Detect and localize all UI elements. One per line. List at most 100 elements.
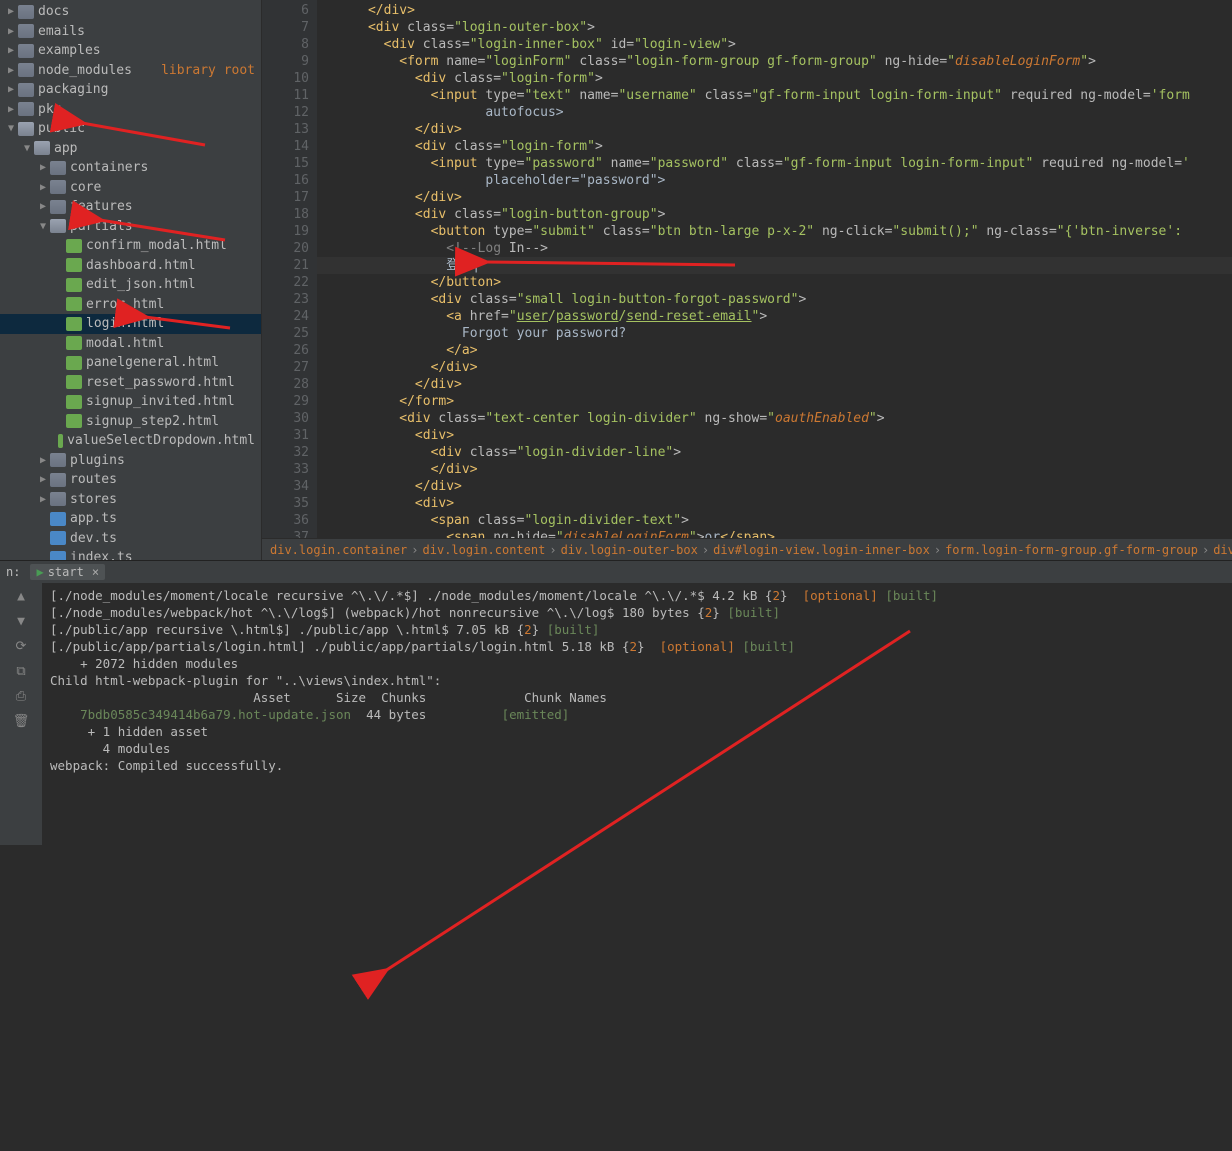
tree-arrow-icon[interactable]: ▶ xyxy=(4,6,18,17)
tree-item-features[interactable]: ▶features xyxy=(0,197,261,217)
code-line[interactable]: <div class="login-outer-box"> xyxy=(317,19,1232,36)
tree-arrow-icon[interactable]: ▶ xyxy=(36,455,50,466)
code-line[interactable]: </a> xyxy=(317,342,1232,359)
tree-item-dashboard-html[interactable]: dashboard.html xyxy=(0,256,261,276)
code-line[interactable]: <a href="user/password/send-reset-email"… xyxy=(317,308,1232,325)
tree-item-partials[interactable]: ▼partials xyxy=(0,217,261,237)
tree-item-pkg[interactable]: ▶pkg xyxy=(0,100,261,120)
code-line[interactable]: Forgot your password? xyxy=(317,325,1232,342)
code-editor[interactable]: 6789101112131415161718192021222324252627… xyxy=(262,0,1232,560)
tree-item-modal-html[interactable]: modal.html xyxy=(0,334,261,354)
tree-item-containers[interactable]: ▶containers xyxy=(0,158,261,178)
run-tab-start[interactable]: ▶ start × xyxy=(30,564,105,580)
tree-arrow-icon[interactable] xyxy=(52,299,66,310)
breadcrumb-bar[interactable]: div.login.container›div.login.content›di… xyxy=(262,538,1232,560)
tree-item-error-html[interactable]: error.html xyxy=(0,295,261,315)
code-line[interactable]: </button> xyxy=(317,274,1232,291)
tree-arrow-icon[interactable]: ▼ xyxy=(4,123,18,134)
run-tool-icon[interactable]: ⟳ xyxy=(16,639,27,654)
tree-item-public[interactable]: ▼public xyxy=(0,119,261,139)
code-line[interactable]: placeholder="password"> xyxy=(317,172,1232,189)
run-tool-icon[interactable]: ▲ xyxy=(17,589,25,604)
tree-arrow-icon[interactable] xyxy=(52,338,66,349)
code-line[interactable]: <div class="login-form"> xyxy=(317,70,1232,87)
code-line[interactable]: <!--Log In--> xyxy=(317,240,1232,257)
tree-arrow-icon[interactable] xyxy=(52,279,66,290)
tree-item-signup_invited-html[interactable]: signup_invited.html xyxy=(0,392,261,412)
tree-item-panelgeneral-html[interactable]: panelgeneral.html xyxy=(0,353,261,373)
code-line[interactable]: <input type="password" name="password" c… xyxy=(317,155,1232,172)
code-line[interactable]: 登录| xyxy=(317,257,1232,274)
tree-item-plugins[interactable]: ▶plugins xyxy=(0,451,261,471)
code-line[interactable]: </div> xyxy=(317,189,1232,206)
breadcrumb-segment[interactable]: form.login-form-group.gf-form-group xyxy=(945,543,1198,557)
tree-item-stores[interactable]: ▶stores xyxy=(0,490,261,510)
tree-arrow-icon[interactable]: ▶ xyxy=(4,65,18,76)
code-line[interactable]: </div> xyxy=(317,478,1232,495)
tree-arrow-icon[interactable]: ▶ xyxy=(4,26,18,37)
code-line[interactable]: <span class="login-divider-text"> xyxy=(317,512,1232,529)
close-icon[interactable]: × xyxy=(92,565,99,579)
breadcrumb-segment[interactable]: div.login-outer-box xyxy=(561,543,698,557)
code-line[interactable]: <div class="login-form"> xyxy=(317,138,1232,155)
code-line[interactable]: </form> xyxy=(317,393,1232,410)
project-tree[interactable]: ▶docs▶emails▶examples▶node_modules libra… xyxy=(0,0,262,560)
tree-arrow-icon[interactable]: ▼ xyxy=(20,143,34,154)
code-line[interactable]: <form name="loginForm" class="login-form… xyxy=(317,53,1232,70)
tree-arrow-icon[interactable]: ▶ xyxy=(36,494,50,505)
tree-item-examples[interactable]: ▶examples xyxy=(0,41,261,61)
tree-arrow-icon[interactable] xyxy=(36,533,50,544)
code-line[interactable]: <div class="small login-button-forgot-pa… xyxy=(317,291,1232,308)
tree-item-docs[interactable]: ▶docs xyxy=(0,2,261,22)
breadcrumb-segment[interactable]: div.lo xyxy=(1213,543,1232,557)
tree-arrow-icon[interactable] xyxy=(52,318,66,329)
tree-item-login-html[interactable]: login.html xyxy=(0,314,261,334)
editor-code[interactable]: </div> <div class="login-outer-box"> <di… xyxy=(317,0,1232,560)
tree-item-routes[interactable]: ▶routes xyxy=(0,470,261,490)
tree-arrow-icon[interactable] xyxy=(36,513,50,524)
code-line[interactable]: <div class="login-inner-box" id="login-v… xyxy=(317,36,1232,53)
tree-item-dev-ts[interactable]: dev.ts xyxy=(0,529,261,549)
breadcrumb-segment[interactable]: div.login.container xyxy=(270,543,407,557)
code-line[interactable]: <div class="text-center login-divider" n… xyxy=(317,410,1232,427)
run-tool-icon[interactable]: ⎙ xyxy=(16,689,26,704)
tree-arrow-icon[interactable]: ▶ xyxy=(36,162,50,173)
tree-arrow-icon[interactable] xyxy=(52,357,66,368)
tree-item-valueSelectDropdown-html[interactable]: valueSelectDropdown.html xyxy=(0,431,261,451)
tree-item-node_modules[interactable]: ▶node_modules library root xyxy=(0,61,261,81)
run-toolbar[interactable]: ▲ ▼ ⟳ ⧉ ⎙ 🗑 xyxy=(0,583,42,845)
code-line[interactable]: autofocus> xyxy=(317,104,1232,121)
tree-item-confirm_modal-html[interactable]: confirm_modal.html xyxy=(0,236,261,256)
code-line[interactable]: <div class="login-divider-line"> xyxy=(317,444,1232,461)
run-panel[interactable]: n: ▶ start × ▲▼⟳⧉⎙🗑 [./node_modules/mome… xyxy=(0,560,1232,845)
tree-arrow-icon[interactable] xyxy=(52,416,66,427)
breadcrumb-segment[interactable]: div#login-view.login-inner-box xyxy=(713,543,930,557)
tree-item-emails[interactable]: ▶emails xyxy=(0,22,261,42)
code-line[interactable]: </div> xyxy=(317,376,1232,393)
tree-arrow-icon[interactable]: ▼ xyxy=(36,221,50,232)
run-tool-icon[interactable]: 🗑 xyxy=(13,714,30,729)
code-line[interactable]: <button type="submit" class="btn btn-lar… xyxy=(317,223,1232,240)
tree-arrow-icon[interactable] xyxy=(52,240,66,251)
code-line[interactable]: </div> xyxy=(317,121,1232,138)
breadcrumb-segment[interactable]: div.login.content xyxy=(423,543,546,557)
code-line[interactable]: </div> xyxy=(317,2,1232,19)
code-line[interactable]: <div> xyxy=(317,427,1232,444)
tree-arrow-icon[interactable]: ▶ xyxy=(4,104,18,115)
tree-item-app-ts[interactable]: app.ts xyxy=(0,509,261,529)
tree-arrow-icon[interactable] xyxy=(52,260,66,271)
tree-arrow-icon[interactable]: ▶ xyxy=(4,45,18,56)
tree-arrow-icon[interactable]: ▶ xyxy=(4,84,18,95)
tree-arrow-icon[interactable] xyxy=(52,396,66,407)
tree-arrow-icon[interactable]: ▶ xyxy=(36,201,50,212)
tree-item-edit_json-html[interactable]: edit_json.html xyxy=(0,275,261,295)
code-line[interactable]: <div> xyxy=(317,495,1232,512)
tree-item-core[interactable]: ▶core xyxy=(0,178,261,198)
tree-arrow-icon[interactable]: ▶ xyxy=(36,474,50,485)
code-line[interactable]: <div class="login-button-group"> xyxy=(317,206,1232,223)
tree-arrow-icon[interactable]: ▶ xyxy=(36,182,50,193)
code-line[interactable]: </div> xyxy=(317,461,1232,478)
run-tool-icon[interactable]: ⧉ xyxy=(16,664,25,679)
run-tool-icon[interactable]: ▼ xyxy=(17,614,25,629)
tree-arrow-icon[interactable] xyxy=(36,552,50,560)
